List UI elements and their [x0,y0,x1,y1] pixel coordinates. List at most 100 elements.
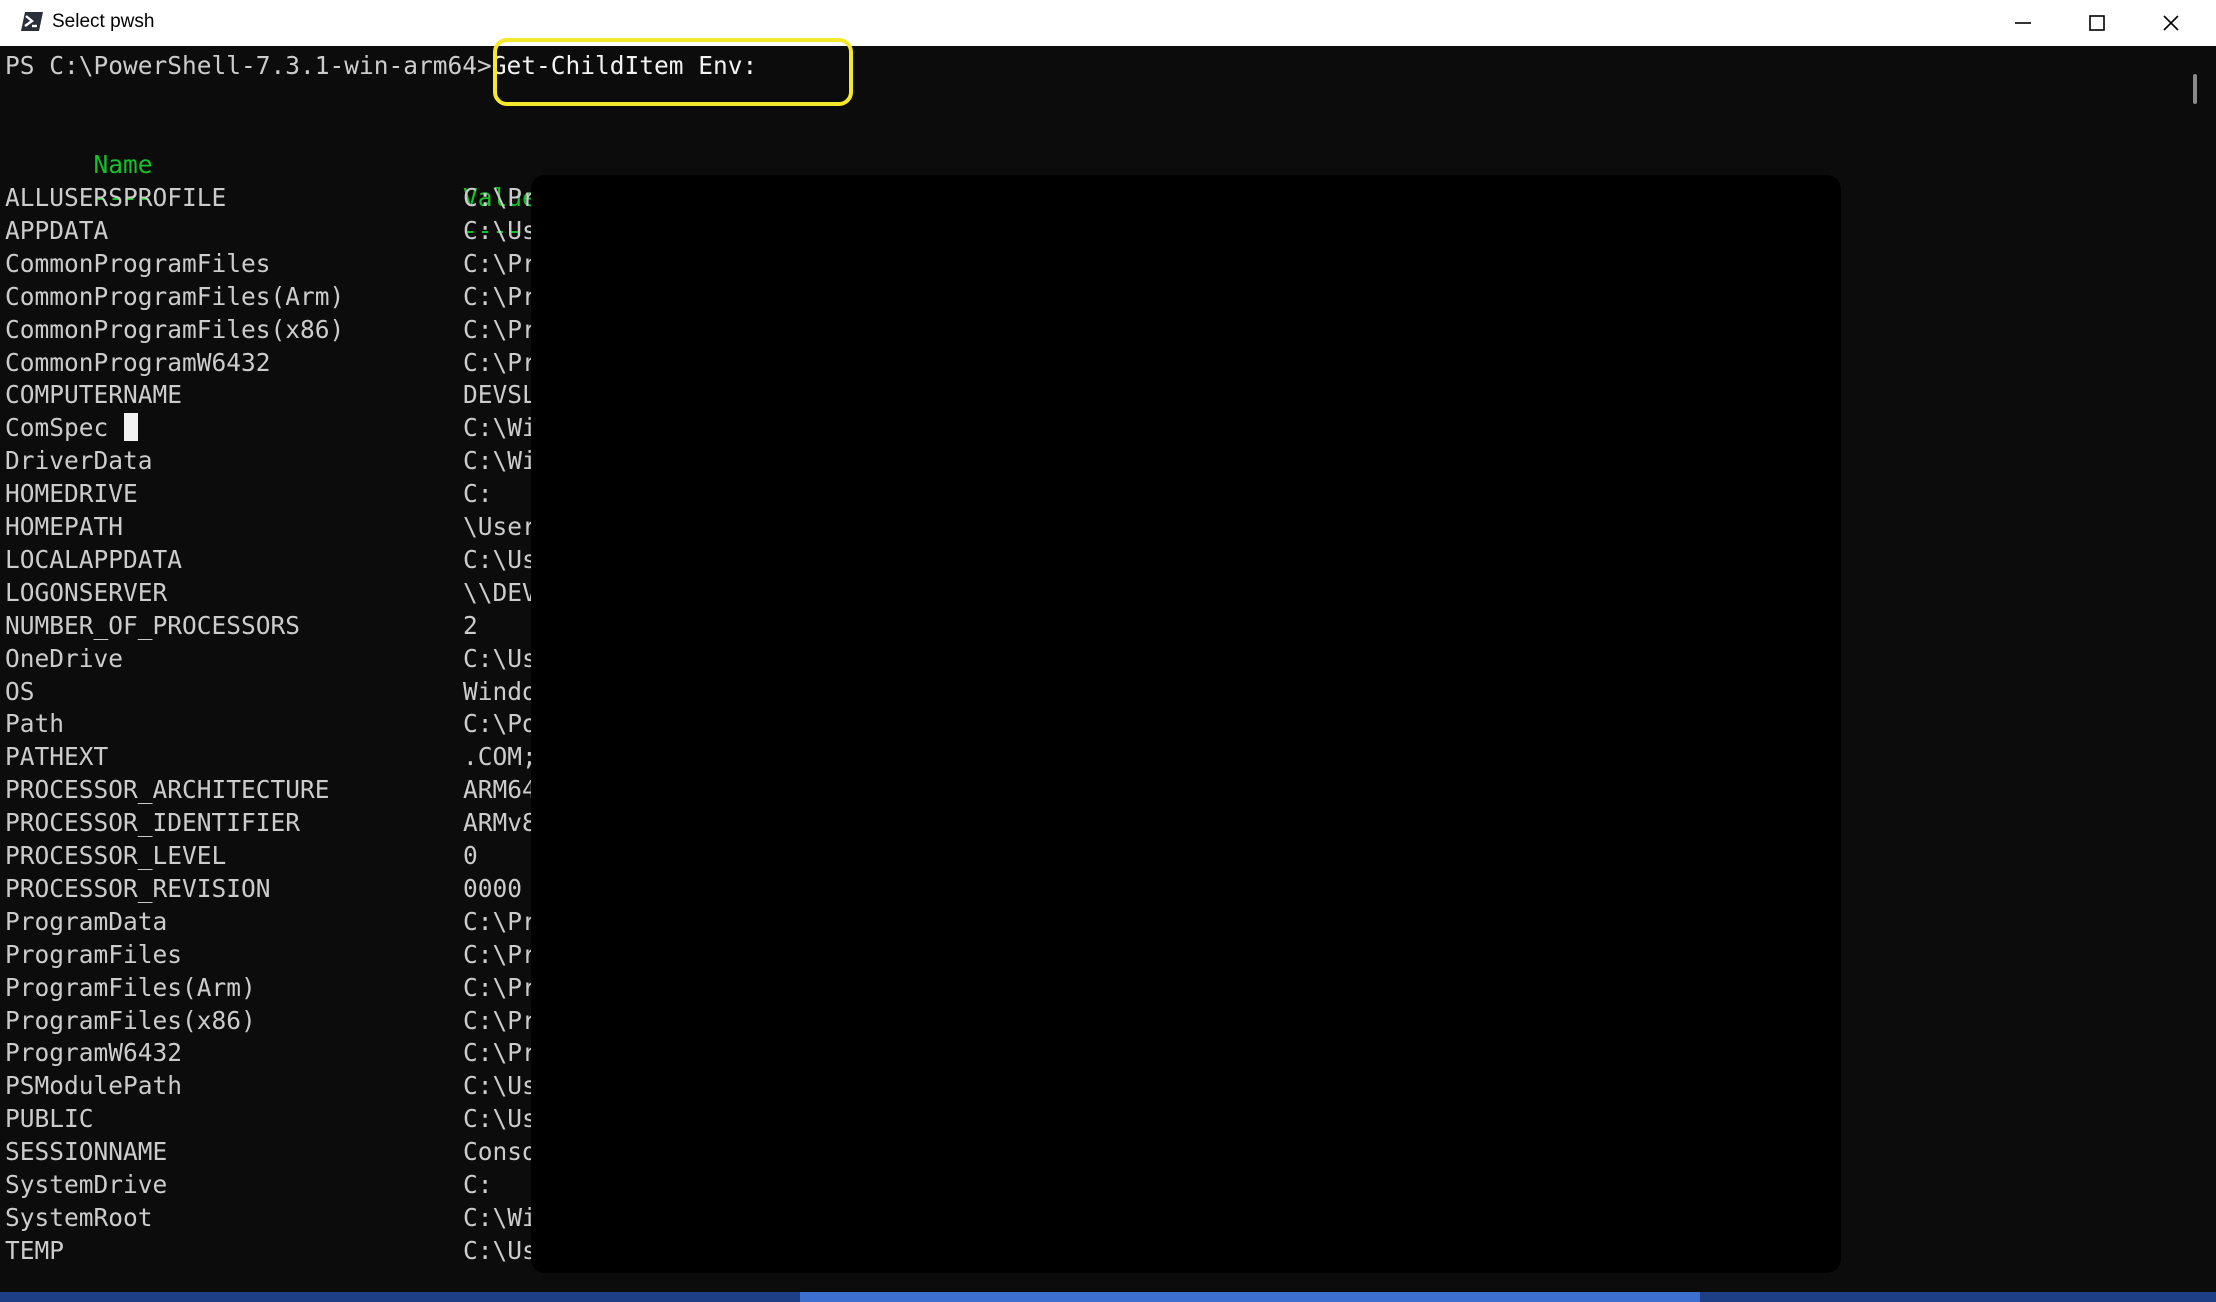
env-name: PATHEXT [5,742,109,772]
env-name: ProgramFiles(x86) [5,1005,256,1035]
env-name: LOCALAPPDATA [5,544,183,574]
table-row: APPDATA C:\Us [5,215,537,248]
env-value: ARMv8 [463,808,537,838]
env-name: HOMEDRIVE [5,479,138,509]
env-name: PROCESSOR_IDENTIFIER [5,808,301,838]
table-row: NUMBER_OF_PROCESSORS 2 [5,610,478,643]
env-value: C:\Pr [463,347,537,377]
env-name: LOGONSERVER [5,577,168,607]
close-button[interactable] [2134,0,2208,46]
env-name: SystemDrive [5,1170,168,1199]
minimize-icon [2015,22,2031,24]
env-name: OneDrive [5,643,124,673]
command-highlight-box [493,38,853,106]
scrollbar-thumb[interactable] [2193,74,2197,104]
table-row: DriverData C:\Wi [5,445,537,478]
window-title: Select pwsh [52,11,155,32]
env-value: C:\Pr [463,1005,537,1035]
table-row: CommonProgramFiles C:\Pr [5,248,537,281]
env-value: ARM64 [463,775,537,805]
env-value: DEVSL [463,380,537,410]
table-row: TEMP C:\Us [5,1235,537,1268]
env-value: C:\Wi [463,413,537,443]
env-name: CommonProgramFiles(x86) [5,314,345,344]
env-name: COMPUTERNAME [5,380,183,410]
table-row: CommonProgramW6432 C:\Pr [5,347,537,380]
env-name: PROCESSOR_LEVEL [5,841,227,870]
prompt-path: PS C:\PowerShell-7.3.1-win-arm64> [5,51,492,80]
env-name: ALLUSERSPROFILE [5,183,227,212]
env-value: C:\Pr [463,281,537,311]
env-name: NUMBER_OF_PROCESSORS [5,610,301,640]
env-name: APPDATA [5,215,109,245]
env-value: 0 [463,841,478,870]
env-name: SESSIONNAME [5,1137,168,1167]
maximize-button[interactable] [2060,0,2134,46]
text-cursor [124,413,138,441]
env-name: CommonProgramFiles [5,248,271,278]
env-value: C:\Us [463,215,537,245]
table-row: OS Windo [5,676,537,709]
env-value: C:\Wi [463,1202,537,1232]
env-name: CommonProgramW6432 [5,347,271,377]
env-name: PUBLIC [5,1104,94,1134]
env-value: C:\Pr [463,183,537,212]
env-value: C:\Wi [463,446,537,476]
env-value: .COM; [463,742,537,772]
table-row: ProgramFiles C:\Pr [5,939,537,972]
env-name: ProgramW6432 [5,1038,183,1068]
table-row: ProgramData C:\Pr [5,906,537,939]
env-name: ProgramFiles(Arm) [5,972,256,1002]
table-row: PSModulePath C:\Us [5,1070,537,1103]
table-row: PROCESSOR_REVISION 0000 [5,873,522,906]
table-row: SystemDrive C: [5,1169,493,1202]
table-row: Path C:\Po [5,708,537,741]
table-row: OneDrive C:\Us [5,643,537,676]
table-row: CommonProgramFiles(x86) C:\Pr [5,314,537,347]
env-value: C:\Us [463,643,537,673]
terminal-window: Select pwsh PS C:\PowerShell-7.3.1-win-a… [0,0,2216,1296]
table-row: PROCESSOR_IDENTIFIER ARMv8 [5,807,537,840]
table-row: LOCALAPPDATA C:\Us [5,544,537,577]
table-row: ProgramFiles(x86) C:\Pr [5,1005,537,1038]
table-row: LOGONSERVER \\DEV [5,577,537,610]
env-value: C: [463,479,493,509]
env-value: 0000 [463,873,523,903]
env-name: DriverData [5,446,153,476]
minimize-button[interactable] [1986,0,2060,46]
table-row: CommonProgramFiles(Arm) C:\Pr [5,281,537,314]
redaction-overlay [531,175,1841,1273]
env-value: C:\Us [463,544,537,574]
table-row: ComSpec C:\Wi [5,412,537,445]
env-value: C:\Us [463,1104,537,1134]
env-value: C:\Pr [463,248,537,278]
env-value: C: [463,1170,493,1199]
table-row: ProgramFiles(Arm) C:\Pr [5,972,537,1005]
env-name: ProgramData [5,906,168,936]
table-row: ALLUSERSPROFILE C:\Pr [5,182,537,215]
env-value: C:\Pr [463,1038,537,1068]
table-header-row: Name Value [5,116,537,212]
table-row: HOMEPATH \User [5,511,537,544]
env-name: SystemRoot [5,1202,153,1232]
table-row: SESSIONNAME Conso [5,1136,537,1169]
env-value: C:\Pr [463,314,537,344]
env-name: Path [5,709,65,739]
table-row: PROCESSOR_LEVEL 0 [5,840,478,873]
table-separator-row: ---- ----- [5,149,537,245]
table-row: PUBLIC C:\Us [5,1103,537,1136]
table-row: ProgramW6432 C:\Pr [5,1037,537,1070]
env-value: C:\Us [463,1235,537,1265]
title-bar[interactable]: Select pwsh [0,0,2216,46]
table-row: COMPUTERNAME DEVSL [5,379,537,412]
env-name: PROCESSOR_ARCHITECTURE [5,775,330,805]
env-value: C:\Po [463,709,537,739]
desktop-taskbar-edge [0,1292,2216,1302]
vertical-scrollbar[interactable] [2182,46,2216,1296]
env-name: ComSpec [5,413,109,443]
close-icon [2163,15,2179,31]
env-value: \User [463,512,537,541]
table-row: PROCESSOR_ARCHITECTURE ARM64 [5,774,537,807]
env-value: C:\Pr [463,939,537,969]
env-value: 2 [463,610,478,640]
